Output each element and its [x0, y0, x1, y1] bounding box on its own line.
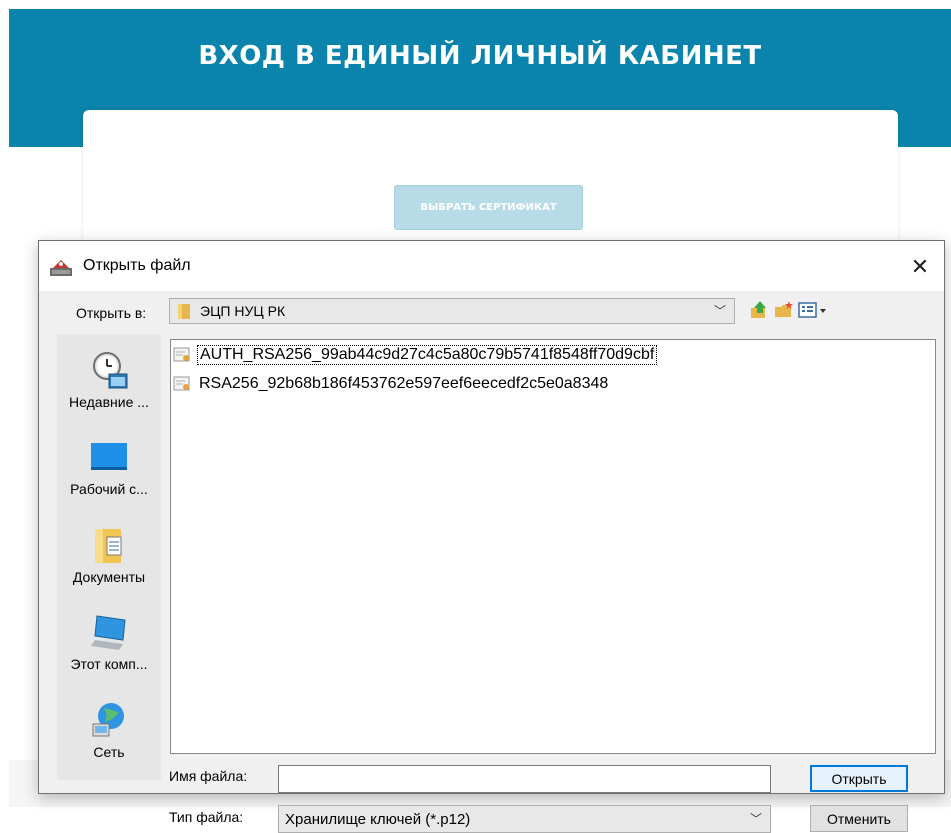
- list-item[interactable]: RSA256_92b68b186f453762e597eef6eecedf2c5…: [173, 373, 610, 395]
- up-folder-button[interactable]: [749, 300, 769, 320]
- file-name-input[interactable]: [278, 765, 771, 793]
- file-type-combo[interactable]: Хранилище ключей (*.p12) ﹀: [278, 805, 771, 833]
- chevron-down-icon: ﹀: [749, 812, 762, 826]
- view-menu-icon: [798, 302, 826, 318]
- open-button[interactable]: Открыть: [810, 765, 908, 792]
- view-menu-button[interactable]: [798, 300, 832, 320]
- places-sidebar: Недавние ... Рабочий с... Документы Этот…: [57, 334, 161, 780]
- certificate-file-icon: [173, 376, 190, 391]
- look-in-combo[interactable]: ЭЦП НУЦ РК ﹀: [169, 298, 735, 324]
- new-folder-button[interactable]: [774, 300, 794, 320]
- file-type-label: Тип файла:: [169, 809, 244, 825]
- look-in-value: ЭЦП НУЦ РК: [200, 303, 286, 319]
- place-label: Документы: [72, 569, 146, 585]
- close-icon: ✕: [910, 254, 930, 279]
- file-name: AUTH_RSA256_99ab44c9d27c4c5a80c79b5741f8…: [197, 345, 658, 365]
- place-label: Недавние ...: [69, 394, 149, 410]
- java-app-icon: [50, 260, 72, 276]
- close-button[interactable]: ✕: [902, 249, 938, 285]
- network-icon: [92, 703, 124, 737]
- new-folder-icon: [775, 301, 793, 317]
- place-label: Рабочий с...: [70, 481, 148, 497]
- file-type-value: Хранилище ключей (*.p12): [285, 811, 471, 828]
- folder-icon: [178, 304, 190, 319]
- cancel-button[interactable]: Отменить: [810, 805, 908, 832]
- certificate-file-icon: [173, 347, 190, 362]
- file-list[interactable]: AUTH_RSA256_99ab44c9d27c4c5a80c79b5741f8…: [170, 339, 936, 754]
- select-certificate-button[interactable]: ВЫБРАТЬ СЕРТИФИКАТ: [394, 185, 583, 230]
- look-in-label: Открыть в:: [76, 305, 147, 321]
- list-item[interactable]: AUTH_RSA256_99ab44c9d27c4c5a80c79b5741f8…: [173, 344, 658, 366]
- documents-icon: [95, 529, 122, 563]
- desktop-icon: [91, 443, 127, 470]
- dialog-titlebar[interactable]: Открыть файл ✕: [39, 241, 944, 291]
- dialog-body: Открыть в: ЭЦП НУЦ РК ﹀ Недавние ... Раб…: [39, 291, 944, 833]
- place-network[interactable]: Сеть: [57, 694, 161, 776]
- page-title: ВХОД В ЕДИНЫЙ ЛИЧНЫЙ КАБИНЕТ: [198, 41, 762, 71]
- up-folder-icon: [751, 301, 766, 318]
- open-file-dialog: Открыть файл ✕ Открыть в: ЭЦП НУЦ РК ﹀ Н…: [38, 240, 945, 833]
- place-this-computer[interactable]: Этот комп...: [57, 606, 161, 688]
- chevron-down-icon: ﹀: [713, 304, 726, 318]
- place-label: Этот комп...: [70, 656, 148, 672]
- place-recent[interactable]: Недавние ...: [57, 344, 161, 426]
- this-computer-icon: [91, 615, 126, 650]
- place-documents[interactable]: Документы: [57, 519, 161, 601]
- place-label: Сеть: [93, 744, 125, 760]
- recent-items-icon: [93, 352, 128, 389]
- place-desktop[interactable]: Рабочий с...: [57, 431, 161, 513]
- file-name-label: Имя файла:: [169, 768, 248, 784]
- dialog-title: Открыть файл: [83, 257, 191, 274]
- file-name: RSA256_92b68b186f453762e597eef6eecedf2c5…: [199, 375, 609, 392]
